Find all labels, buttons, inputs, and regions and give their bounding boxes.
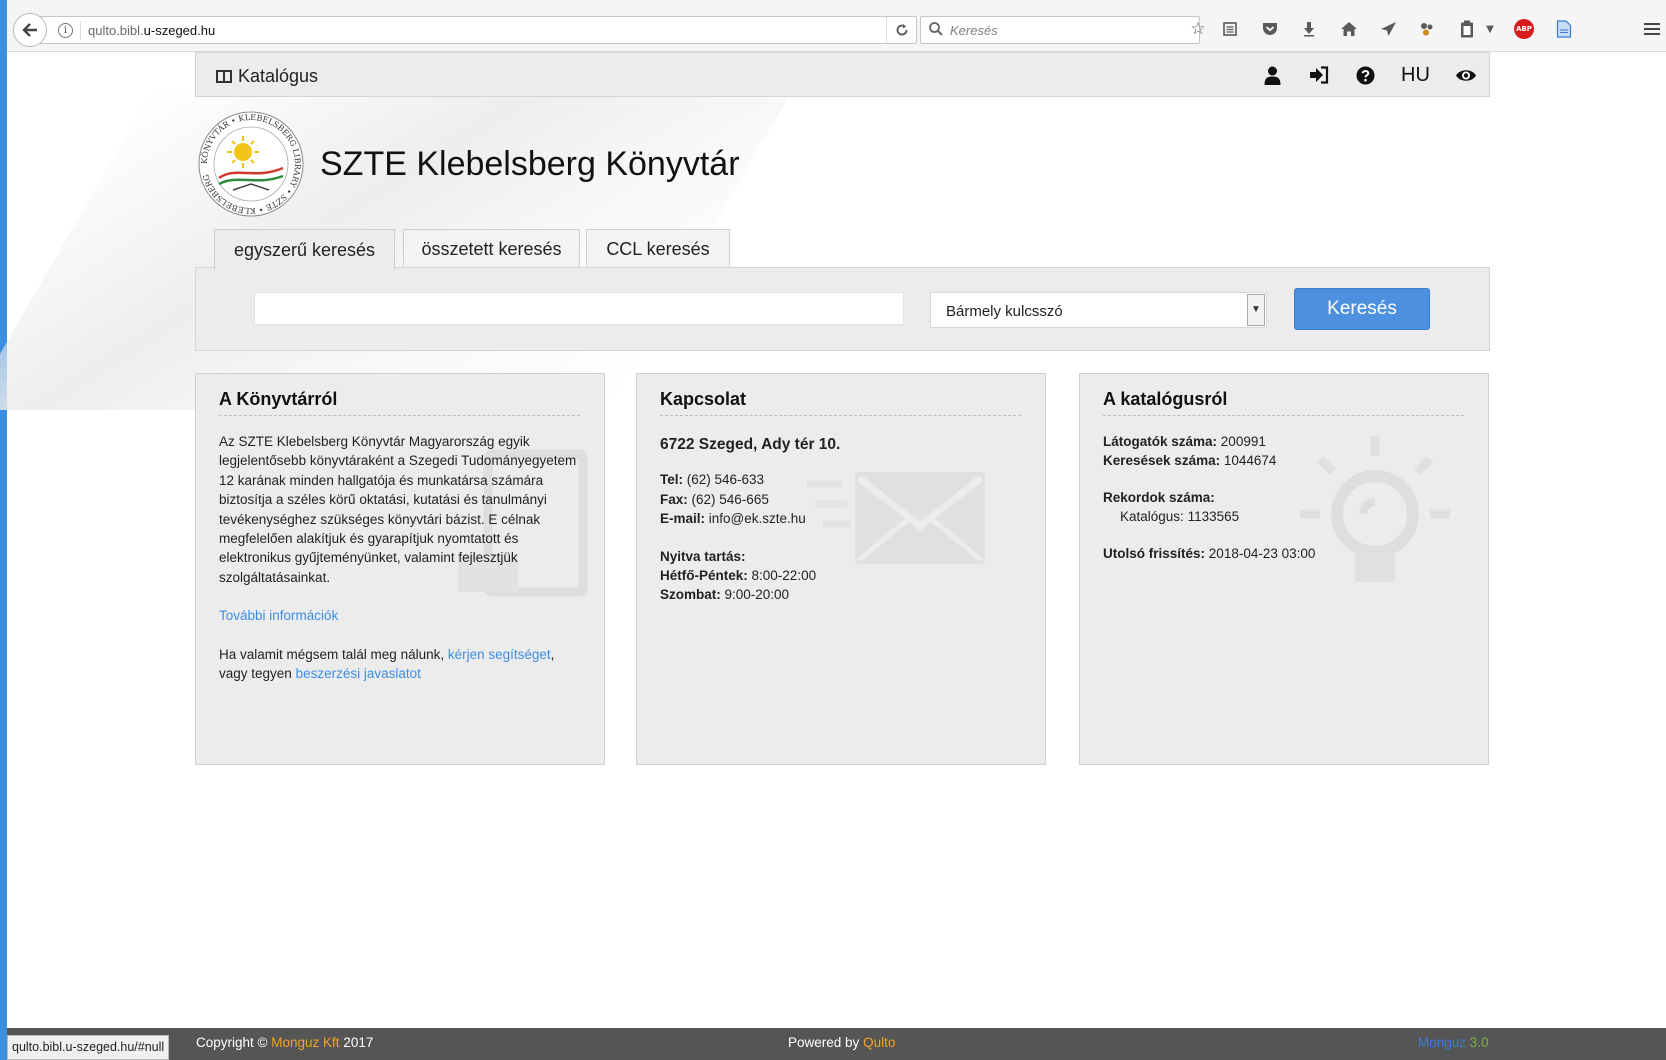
reload-button[interactable] [886, 17, 916, 43]
catalog-link[interactable]: Katalógus [216, 66, 318, 87]
browser-search-box[interactable]: Keresés [920, 16, 1200, 44]
about-title: A Könyvtárról [219, 389, 338, 409]
help-icon[interactable] [1356, 63, 1375, 87]
contact-title: Kapcsolat [660, 389, 747, 409]
browser-search-placeholder: Keresés [950, 23, 998, 38]
copyright-prefix: Copyright © [196, 1035, 268, 1050]
visitors-value: 200991 [1220, 434, 1266, 449]
help-prefix-text: Ha valamit mégsem talál meg nálunk, [219, 646, 448, 662]
status-bar-url: qulto.bibl.u-szeged.hu/#null [7, 1035, 170, 1060]
clipboard-icon[interactable] [1456, 18, 1478, 40]
browser-toolbar: i qulto.bibl.u-szeged.hu Keresés ☆ ▼ ABP [7, 0, 1666, 52]
catalog-label: Katalógus [238, 66, 319, 86]
page-footer: qulto.bibl.u-szeged.hu/#null Copyright ©… [7, 1028, 1666, 1060]
opening-hours-title: Nyitva tartás: [660, 548, 746, 564]
address-bar[interactable]: i qulto.bibl.u-szeged.hu [31, 16, 917, 44]
home-icon[interactable] [1338, 18, 1360, 40]
catalog-records-value: 1133565 [1187, 509, 1240, 525]
catalog-panel: A katalógusról Látogatók száma: 200991 K… [1079, 373, 1489, 765]
more-info-link[interactable]: További információk [219, 608, 338, 623]
about-panel: A Könyvtárról Az SZTE Klebelsberg Könyvt… [195, 373, 605, 765]
back-button[interactable] [13, 13, 47, 47]
powered-by: Powered by Qulto [788, 1035, 895, 1050]
extension-puzzle-icon[interactable] [1416, 18, 1438, 40]
tab-advanced-search[interactable]: összetett keresés [403, 229, 580, 269]
info-icon[interactable]: i [58, 23, 73, 38]
url-divider [80, 21, 81, 40]
accessibility-eye-icon[interactable] [1455, 63, 1477, 87]
powered-prefix: Powered by [788, 1035, 860, 1050]
contact-address: 6722 Szeged, Ady tér 10. [660, 436, 841, 453]
reload-icon [896, 24, 907, 36]
help-mid2-text: vagy tegyen [219, 666, 296, 682]
send-icon[interactable] [1378, 18, 1400, 40]
menu-hamburger-icon[interactable] [1641, 18, 1663, 40]
ask-help-link[interactable]: kérjen segítséget [448, 647, 551, 662]
records-label: Rekordok száma: [1103, 489, 1215, 505]
email-label: E-mail: [660, 511, 706, 527]
last-update-value: 2018-04-23 03:00 [1208, 545, 1316, 561]
search-button[interactable]: Keresés [1294, 288, 1430, 330]
pocket-icon[interactable] [1259, 18, 1281, 40]
about-text: Az SZTE Klebelsberg Könyvtár Magyarorszá… [219, 434, 577, 585]
weekday-label: Hétfő-Péntek: [660, 568, 748, 584]
tab-ccl-search[interactable]: CCL keresés [586, 229, 730, 269]
catalog-body: Látogatók száma: 200991 Keresések száma:… [1103, 432, 1468, 563]
tab-simple-search[interactable]: egyszerű keresés [214, 229, 395, 270]
catalog-records-label: Katalógus: [1120, 509, 1184, 525]
about-body: Az SZTE Klebelsberg Könyvtár Magyarorszá… [219, 432, 584, 683]
catalog-topbar: Katalógus HU [195, 52, 1490, 97]
search-panel: Bármely kulcsszó ▼ Keresés [195, 267, 1490, 351]
qulto-link[interactable]: Qulto [863, 1035, 895, 1050]
user-icon[interactable] [1264, 63, 1281, 87]
about-divider [219, 415, 580, 416]
library-logo: KÖNYVTÁR • KLEBELSBERG LIBRARY • SZTE • … [197, 106, 305, 222]
back-arrow-icon [22, 23, 37, 37]
search-field-select[interactable]: Bármely kulcsszó ▼ [930, 292, 1267, 328]
copyright: Copyright © Monguz Kft 2017 [196, 1035, 373, 1050]
saturday-label: Szombat: [660, 587, 721, 603]
help-mid-text: , [550, 646, 555, 662]
window-edge [0, 0, 7, 1060]
url-domain: u-szeged.hu [143, 23, 216, 38]
contact-body: 6722 Szeged, Ady tér 10. Tel: (62) 546-6… [660, 432, 1025, 605]
reading-list-icon[interactable] [1219, 18, 1241, 40]
bookmark-star-icon[interactable]: ☆ [1187, 18, 1209, 40]
url-text[interactable]: qulto.bibl.u-szeged.hu [88, 23, 215, 38]
catalog-divider [1103, 415, 1464, 416]
monguz-brand[interactable]: Monguz [1418, 1035, 1466, 1050]
login-icon[interactable] [1309, 63, 1329, 87]
language-switch[interactable]: HU [1401, 63, 1430, 87]
contact-panel: Kapcsolat 6722 Szeged, Ady tér 10. Tel: … [636, 373, 1046, 765]
search-field-value: Bármely kulcsszó [946, 303, 1063, 320]
weekday-hours: 8:00-22:00 [751, 568, 817, 584]
url-prefix: qulto.bibl. [88, 23, 144, 38]
adblock-icon[interactable]: ABP [1513, 18, 1535, 40]
fax-label: Fax: [660, 491, 688, 507]
site-title: SZTE Klebelsberg Könyvtár [320, 145, 740, 183]
fax-value: (62) 546-665 [691, 491, 769, 507]
tel-value: (62) 546-633 [686, 472, 765, 488]
visitors-label: Látogatók száma: [1103, 434, 1218, 449]
book-icon [216, 70, 232, 83]
tel-label: Tel: [660, 472, 683, 488]
company-link[interactable]: Monguz Kft [271, 1035, 339, 1050]
version-number: 3.0 [1469, 1035, 1489, 1050]
acquisition-suggestion-link[interactable]: beszerzési javaslatot [296, 666, 421, 681]
page-document-icon[interactable] [1553, 18, 1575, 40]
download-icon[interactable] [1298, 18, 1320, 40]
search-query-input[interactable] [254, 292, 904, 325]
searches-value: 1044674 [1223, 453, 1277, 469]
catalog-title: A katalógusról [1103, 389, 1228, 409]
contact-divider [660, 415, 1021, 416]
chevron-down-icon[interactable]: ▼ [1247, 294, 1265, 326]
searches-label: Keresések száma: [1103, 453, 1221, 469]
saturday-hours: 9:00-20:00 [724, 587, 790, 603]
copyright-year: 2017 [343, 1035, 374, 1050]
last-update-label: Utolsó frissítés: [1103, 545, 1206, 561]
dropdown-arrow-icon[interactable]: ▼ [1479, 18, 1501, 40]
version-info: Monguz 3.0 [1418, 1035, 1489, 1050]
email-value: info@ek.szte.hu [708, 511, 806, 527]
search-icon [929, 22, 943, 36]
